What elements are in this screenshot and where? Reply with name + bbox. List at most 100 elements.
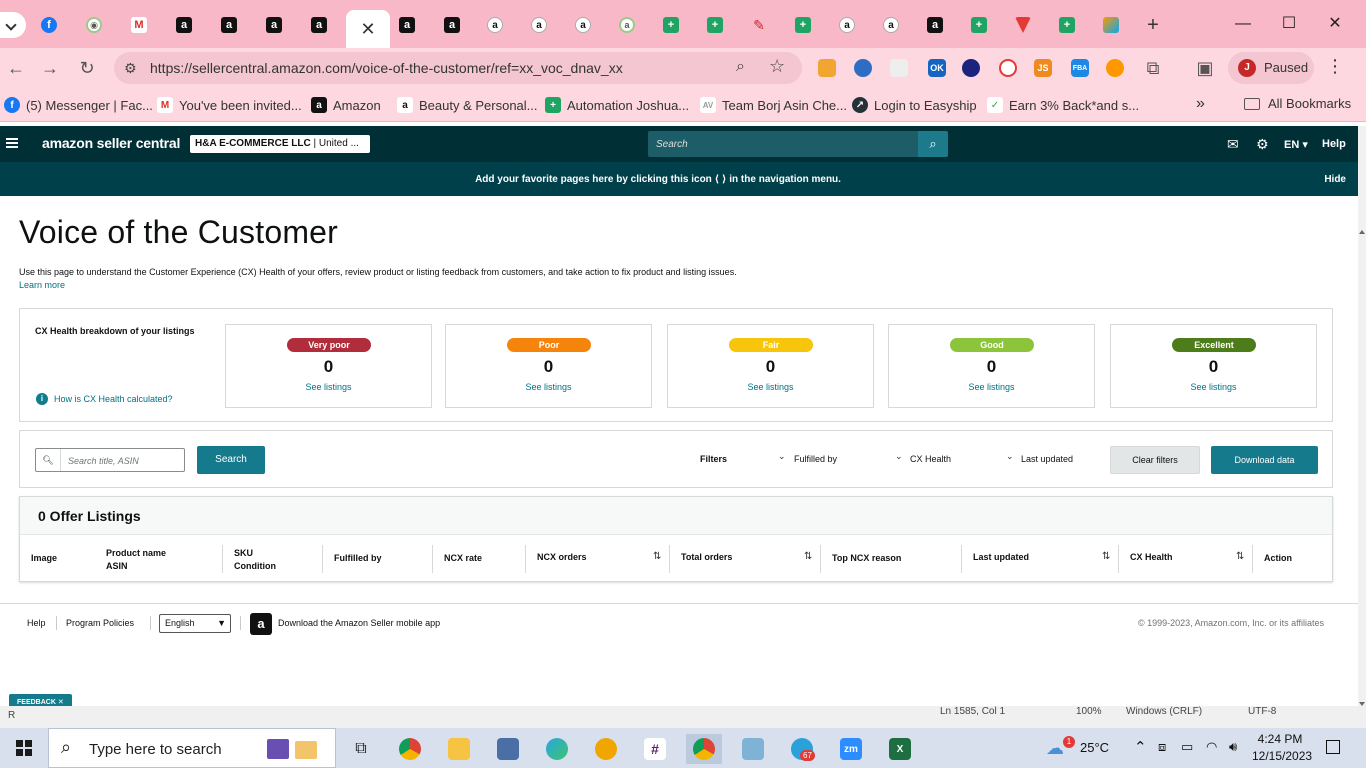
minimize-button[interactable]: — (1220, 12, 1266, 38)
task-view-icon[interactable]: ⧉ (343, 734, 379, 764)
remote-desktop-icon[interactable] (490, 734, 526, 764)
col-sku[interactable]: SKU Condition (234, 547, 276, 575)
vpn-icon[interactable] (588, 734, 624, 764)
tab-amazon[interactable]: a (169, 12, 199, 38)
bookmark-star-icon[interactable]: ☆ (769, 56, 785, 77)
tab-amazon[interactable]: a (214, 12, 244, 38)
listing-search-input[interactable]: 🔍︎ Search title, ASIN (35, 448, 185, 472)
all-bookmarks-button[interactable]: All Bookmarks (1244, 96, 1351, 111)
mail-icon[interactable]: ✉ (1227, 136, 1239, 153)
store-selector[interactable]: H&A E-COMMERCE LLC | United ... (190, 135, 370, 153)
tab-amazon[interactable]: a (437, 12, 467, 38)
tab-amazon[interactable]: a (259, 12, 289, 38)
col-product-name[interactable]: Product name ASIN (106, 547, 166, 575)
see-listings-link[interactable]: See listings (889, 382, 1094, 392)
tab-amazon-smile[interactable]: a (480, 12, 510, 38)
seller-central-search-input[interactable]: Search (648, 131, 918, 157)
tab-multicolor[interactable] (1096, 12, 1126, 38)
download-app-link[interactable]: Download the Amazon Seller mobile app (278, 618, 440, 628)
gear-icon[interactable]: ⚙ (1256, 136, 1269, 153)
program-policies-link[interactable]: Program Policies (66, 618, 134, 628)
url-text[interactable]: https://sellercentral.amazon.com/voice-o… (150, 60, 623, 76)
tab-sheets[interactable]: + (1052, 12, 1082, 38)
battery-icon[interactable]: ▭ (1181, 739, 1193, 768)
seller-central-logo[interactable]: amazon seller central (42, 135, 180, 151)
tab-circle[interactable]: a (612, 12, 642, 38)
chevron-down-icon[interactable]: ⌄ (895, 451, 903, 462)
telegram-icon[interactable]: 67 (784, 734, 820, 764)
footer-help-link[interactable]: Help (27, 618, 46, 628)
forward-icon[interactable]: → (38, 56, 62, 80)
col-fulfilled-by[interactable]: Fulfilled by (334, 552, 382, 580)
tab-sheets[interactable]: + (964, 12, 994, 38)
language-selector[interactable]: EN ▾ (1284, 138, 1308, 151)
slack-icon[interactable]: # (637, 734, 673, 764)
browser-menu-icon[interactable]: ⋮ (1326, 56, 1344, 77)
windows-start-icon[interactable] (16, 740, 32, 756)
wifi-icon[interactable]: ◠ (1206, 739, 1217, 768)
tab-amazon[interactable]: a (392, 12, 422, 38)
side-panel-icon[interactable]: ▣ (1193, 56, 1217, 80)
chrome-taskbar-icon[interactable] (392, 734, 428, 764)
bookmark-item[interactable]: ✓ Earn 3% Back*and s... (987, 96, 1139, 114)
tab-search-button[interactable] (0, 12, 26, 38)
close-window-button[interactable]: ✕ (1312, 12, 1358, 38)
weather-temp[interactable]: 25°C (1080, 740, 1109, 768)
tab-app[interactable]: ◉ (79, 12, 109, 38)
fulfilled-by-filter[interactable]: Fulfilled by (794, 454, 837, 464)
chevron-down-icon[interactable]: ⌄ (778, 451, 786, 462)
sort-icon[interactable]: ⇅ (1236, 551, 1244, 562)
col-total-orders[interactable]: Total orders (681, 551, 732, 579)
tab-amazon-smile[interactable]: a (524, 12, 554, 38)
extension-icon[interactable] (999, 59, 1017, 77)
help-link[interactable]: Help (1322, 138, 1346, 150)
col-ncx-rate[interactable]: NCX rate (444, 552, 482, 580)
chevron-down-icon[interactable]: ⌄ (1006, 451, 1014, 462)
bookmark-item[interactable]: a Beauty & Personal... (397, 96, 538, 114)
taskbar-clock[interactable]: 4:24 PM 12/15/2023 (1252, 731, 1312, 765)
tab-amazon-smile[interactable]: a (876, 12, 906, 38)
last-updated-filter[interactable]: Last updated (1021, 454, 1073, 464)
learn-more-link[interactable]: Learn more (19, 280, 65, 290)
see-listings-link[interactable]: See listings (226, 382, 431, 392)
vertical-scrollbar[interactable] (1358, 126, 1366, 712)
menu-icon[interactable] (6, 138, 18, 148)
tab-pencil[interactable]: ✎ (744, 12, 774, 38)
clear-filters-button[interactable]: Clear filters (1110, 446, 1200, 474)
extension-ok-icon[interactable]: OK (928, 59, 946, 77)
col-ncx-orders[interactable]: NCX orders (537, 551, 587, 579)
notification-center-icon[interactable] (1326, 740, 1340, 754)
taskbar-search-input[interactable]: ⌕ Type here to search (48, 728, 336, 768)
extension-icon[interactable] (962, 59, 980, 77)
search-button[interactable]: Search (197, 446, 265, 474)
tab-facebook[interactable]: f (34, 12, 64, 38)
search-icon[interactable]: ⌕ (918, 131, 948, 157)
meet-now-icon[interactable]: ⧈ (1158, 739, 1166, 768)
sort-icon[interactable]: ⇅ (804, 551, 812, 562)
bookmark-item[interactable]: AV Team Borj Asin Che... (700, 96, 847, 114)
notepad-icon[interactable] (735, 734, 771, 764)
back-icon[interactable]: ← (4, 56, 28, 80)
file-explorer-icon[interactable] (441, 734, 477, 764)
scroll-up-icon[interactable] (1359, 230, 1365, 234)
chrome-profile-taskbar-icon[interactable] (686, 734, 722, 764)
excel-icon[interactable]: X (882, 734, 918, 764)
zoom-app-icon[interactable]: zm (833, 734, 869, 764)
col-top-ncx-reason[interactable]: Top NCX reason (832, 552, 901, 580)
extension-icon[interactable] (890, 59, 908, 77)
weather-icon[interactable]: ☁ (1046, 738, 1064, 768)
extension-js-icon[interactable]: JS (1034, 59, 1052, 77)
show-hidden-icons-chevron-icon[interactable]: ⌃ (1134, 738, 1147, 768)
volume-icon[interactable]: 🔊︎ (1229, 739, 1237, 768)
bookmark-item[interactable]: + Automation Joshua... (545, 96, 689, 114)
tab-sheets[interactable]: + (788, 12, 818, 38)
extension-fba-icon[interactable]: FBA (1071, 59, 1089, 77)
tab-sheets[interactable]: + (656, 12, 686, 38)
more-bookmarks-button[interactable]: » (1196, 95, 1205, 113)
extension-icon[interactable] (1106, 59, 1124, 77)
tab-amazon-smile[interactable]: a (568, 12, 598, 38)
see-listings-link[interactable]: See listings (446, 382, 651, 392)
bookmark-item[interactable]: M You've been invited... (157, 96, 302, 114)
sort-icon[interactable]: ⇅ (1102, 551, 1110, 562)
sort-icon[interactable]: ⇅ (653, 551, 661, 562)
